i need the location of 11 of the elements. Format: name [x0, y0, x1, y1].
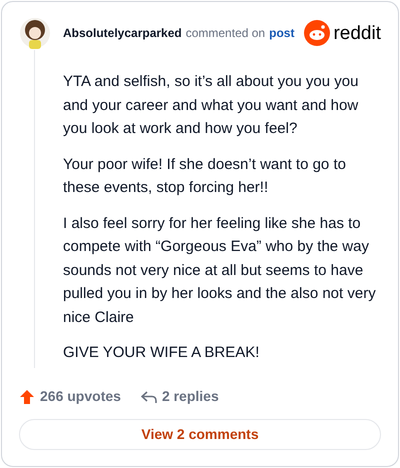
upvote-count: 266 upvotes: [40, 387, 121, 406]
view-comments-button[interactable]: View 2 comments: [19, 419, 381, 450]
action-text: commented on: [186, 25, 266, 42]
brand-name: reddit: [333, 24, 381, 42]
comment-paragraph: GIVE YOUR WIFE A BREAK!: [63, 343, 260, 363]
comment-paragraph: Your poor wife! If she doesn’t want to go to these events, stop forcing her!!: [63, 154, 347, 198]
post-link[interactable]: post: [269, 24, 294, 42]
username[interactable]: Absolutelycarparked: [63, 24, 182, 42]
comment-paragraph: I also feel sorry for her feeling like she has to compete with “Gorgeous Eva” who by the way sounds not very nice at all but seems to have pulled you in by her looks and the also not very nice Claire: [63, 214, 377, 328]
comment-paragraph: YTA and selfish, so it’s all about you you you and your career and what you want and how you look at work and how you feel?: [63, 72, 360, 139]
reply-count: 2 replies: [162, 387, 219, 406]
